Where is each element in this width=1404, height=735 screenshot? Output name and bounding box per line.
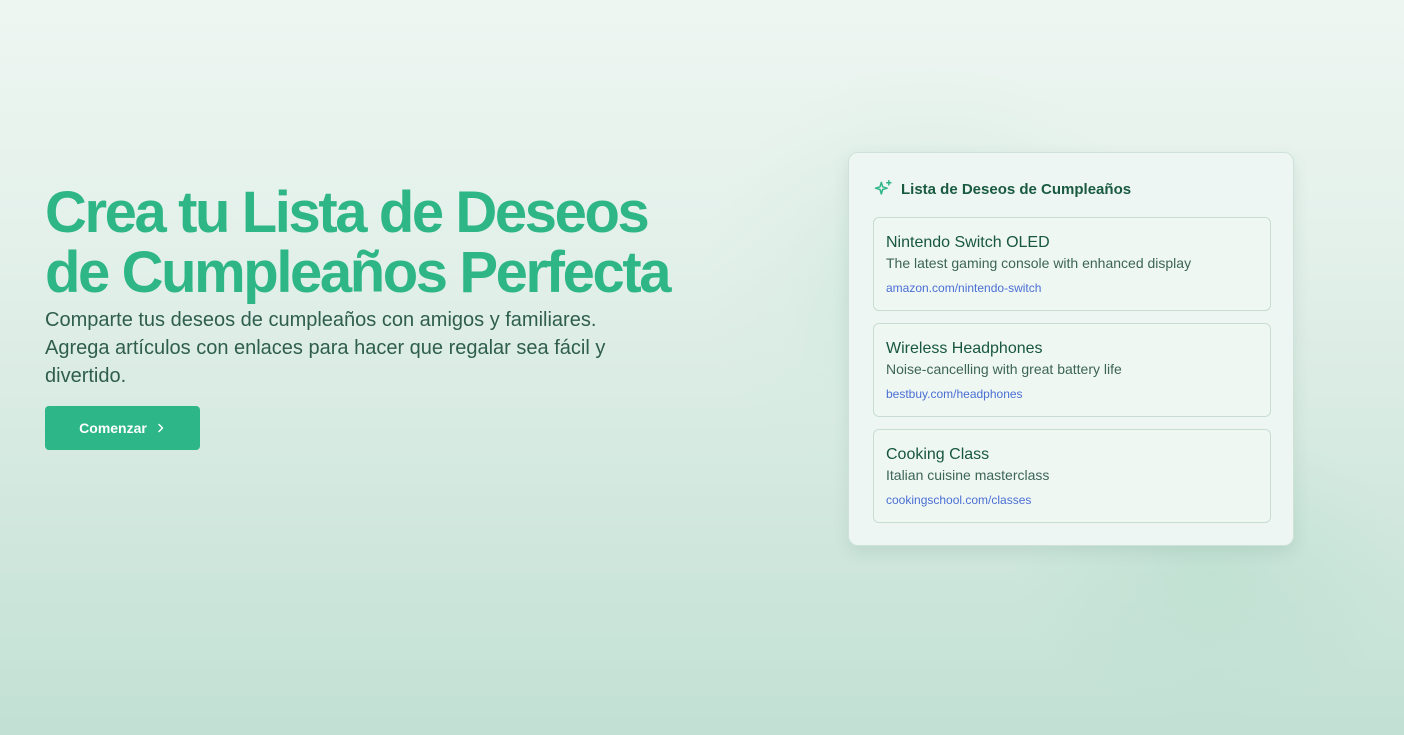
wishlist-item: Wireless Headphones Noise-cancelling wit…: [873, 323, 1271, 417]
get-started-label: Comenzar: [79, 420, 147, 436]
hero-section: Crea tu Lista de Deseos de Cumpleaños Pe…: [45, 183, 705, 450]
item-link[interactable]: bestbuy.com/headphones: [886, 387, 1258, 401]
hero-subtitle: Comparte tus deseos de cumpleaños con am…: [45, 309, 606, 387]
item-link[interactable]: amazon.com/nintendo-switch: [886, 281, 1258, 295]
hero-title: Crea tu Lista de Deseos de Cumpleaños Pe…: [45, 180, 671, 305]
sparkles-icon: [874, 179, 892, 195]
item-link[interactable]: cookingschool.com/classes: [886, 493, 1258, 507]
wishlist-item: Nintendo Switch OLED The latest gaming c…: [873, 217, 1271, 311]
wishlist-item: Cooking Class Italian cuisine masterclas…: [873, 429, 1271, 523]
chevron-right-icon: [158, 423, 164, 433]
item-name: Cooking Class: [886, 446, 990, 463]
card-title: Lista de Deseos de Cumpleaños: [901, 180, 1132, 198]
item-description: The latest gaming console with enhanced …: [886, 255, 1192, 271]
wishlist-preview-card: Lista de Deseos de Cumpleaños Nintendo S…: [848, 152, 1294, 546]
item-name: Nintendo Switch OLED: [886, 234, 1050, 251]
item-name: Wireless Headphones: [886, 340, 1043, 357]
card-header: Lista de Deseos de Cumpleaños: [873, 179, 1131, 199]
get-started-button[interactable]: Comenzar: [45, 406, 200, 450]
item-description: Noise-cancelling with great battery life: [886, 361, 1122, 377]
item-description: Italian cuisine masterclass: [886, 467, 1050, 483]
